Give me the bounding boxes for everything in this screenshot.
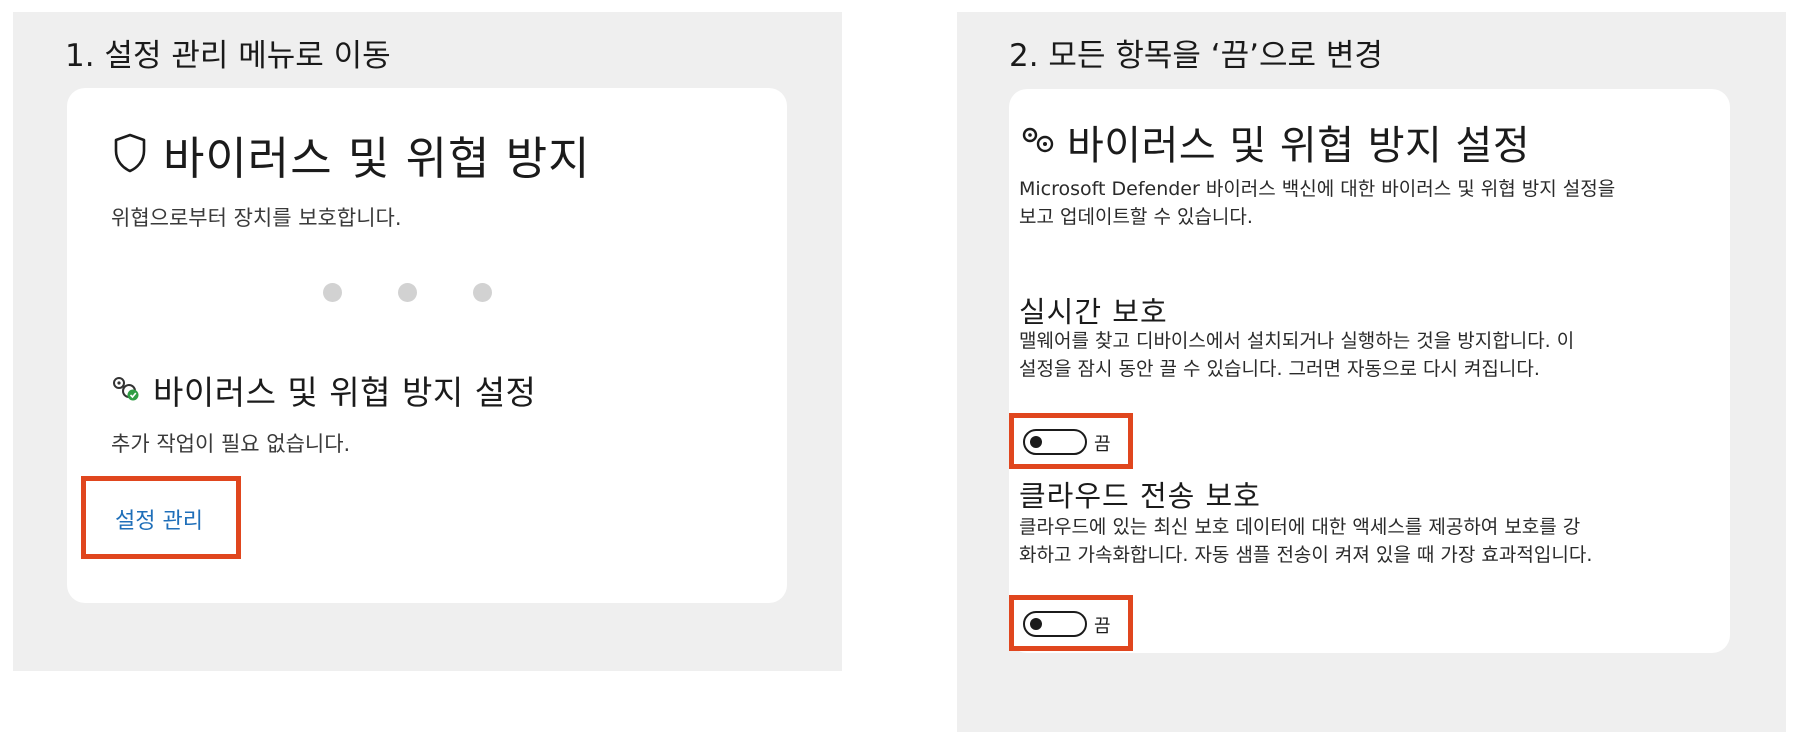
loading-dot [398,283,417,302]
settings-section-header: 바이러스 및 위협 방지 설정 [111,366,536,414]
manage-settings-highlight: 설정 관리 [81,476,241,559]
settings-page-header: 바이러스 및 위협 방지 설정 [1021,113,1530,171]
card-heading: 바이러스 및 위협 방지 [163,132,591,185]
toggle-knob [1030,618,1042,630]
gears-checkmark-icon [111,374,143,406]
realtime-description-line1: 맬웨어를 찾고 디바이스에서 설치되거나 실행하는 것을 방지합니다. 이 [1019,330,1575,352]
loading-dots [323,283,492,302]
settings-heading: 바이러스 및 위협 방지 설정 [153,373,537,412]
realtime-protection-heading: 실시간 보호 [1019,295,1168,329]
step1-panel: 1. 설정 관리 메뉴로 이동 바이러스 및 위협 방지 위협으로부터 장치를 … [13,12,842,671]
step2-panel: 2. 모든 항목을 ‘끔’으로 변경 바이러스 및 위협 방지 설정 Micro… [957,12,1786,732]
realtime-protection-toggle[interactable] [1023,429,1087,455]
step2-title: 2. 모든 항목을 ‘끔’으로 변경 [1009,38,1383,74]
virus-settings-card: 바이러스 및 위협 방지 설정 Microsoft Defender 바이러스 … [1009,89,1730,653]
loading-dot [323,283,342,302]
settings-description-line2: 보고 업데이트할 수 있습니다. [1019,206,1253,228]
shield-icon [113,133,147,177]
card-header: 바이러스 및 위협 방지 [113,122,591,187]
settings-description-line1: Microsoft Defender 바이러스 백신에 대한 바이러스 및 위협… [1019,178,1616,200]
virus-protection-card: 바이러스 및 위협 방지 위협으로부터 장치를 보호합니다. 바이러스 및 위협… [67,88,787,603]
realtime-description-line2: 설정을 잠시 동안 끌 수 있습니다. 그러면 자동으로 다시 켜집니다. [1019,358,1540,380]
realtime-toggle-highlight: 끔 [1009,413,1133,469]
cloud-protection-toggle[interactable] [1023,611,1087,637]
cloud-description-line2: 화하고 가속화합니다. 자동 샘플 전송이 켜져 있을 때 가장 효과적입니다. [1019,544,1593,566]
realtime-toggle-label: 끔 [1094,434,1111,455]
cloud-protection-heading: 클라우드 전송 보호 [1019,479,1261,513]
step1-title: 1. 설정 관리 메뉴로 이동 [65,38,391,74]
cloud-toggle-highlight: 끔 [1009,595,1133,651]
loading-dot [473,283,492,302]
card-subtitle: 위협으로부터 장치를 보호합니다. [111,206,402,230]
cloud-toggle-label: 끔 [1094,616,1111,637]
settings-page-heading: 바이러스 및 위협 방지 설정 [1067,123,1531,169]
cloud-description-line1: 클라우드에 있는 최신 보호 데이터에 대한 액세스를 제공하여 보호를 강 [1019,516,1581,538]
manage-settings-link[interactable]: 설정 관리 [115,503,203,535]
settings-status: 추가 작업이 필요 없습니다. [111,432,351,456]
gears-icon [1021,125,1057,159]
toggle-knob [1030,436,1042,448]
